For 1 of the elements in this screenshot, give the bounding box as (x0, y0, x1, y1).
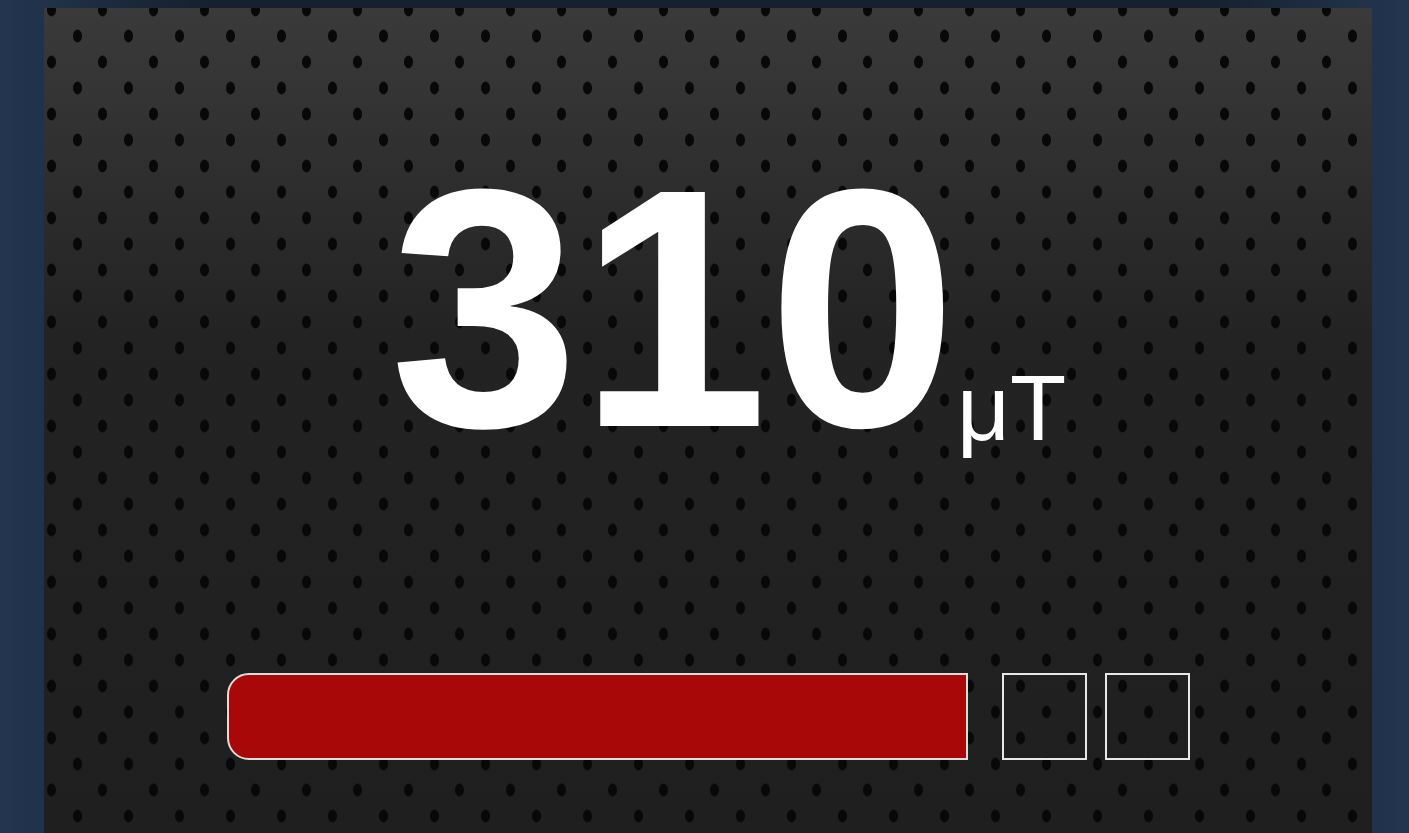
reading-value: 310 (389, 158, 958, 458)
